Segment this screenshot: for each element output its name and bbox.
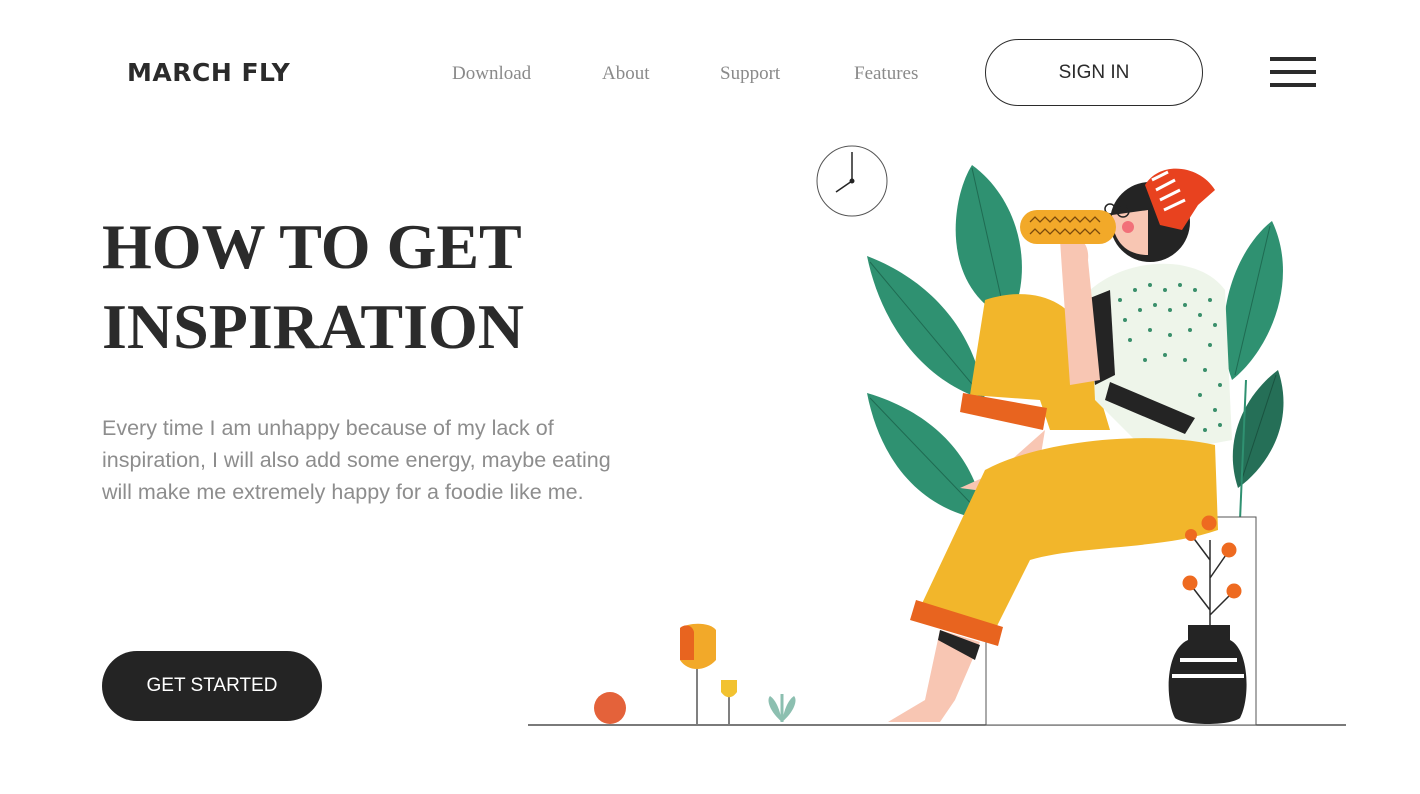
hero-illustration bbox=[528, 145, 1346, 726]
clock-icon bbox=[816, 145, 888, 217]
ground-decor bbox=[594, 623, 796, 724]
